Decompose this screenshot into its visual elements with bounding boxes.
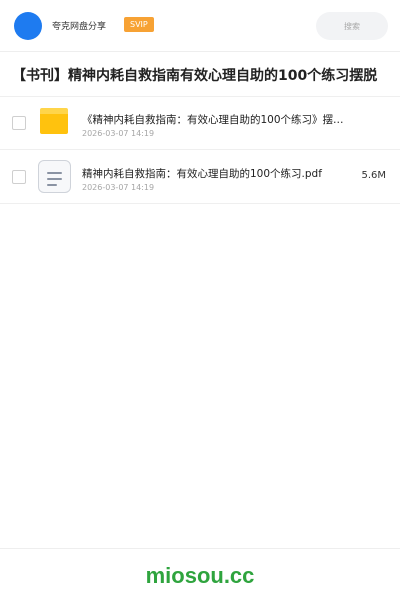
top-bar: 夸克网盘分享 SVIP xyxy=(0,0,400,52)
file-name[interactable]: 《精神内耗自救指南：有效心理自助的100个练习》摆脱精神内耗 xyxy=(82,112,354,127)
svip-badge: SVIP xyxy=(124,17,154,32)
search-input[interactable] xyxy=(316,12,388,40)
row-checkbox[interactable] xyxy=(12,116,26,130)
file-date: 2026-03-07 14:19 xyxy=(82,129,155,138)
file-name[interactable]: 精神内耗自救指南：有效心理自助的100个练习.pdf xyxy=(82,166,354,181)
file-row[interactable]: 精神内耗自救指南：有效心理自助的100个练习.pdf 2026-03-07 14… xyxy=(0,150,400,204)
folder-title: 【书刊】精神内耗自救指南有效心理自助的100个练习摆脱 xyxy=(12,68,378,84)
document-icon xyxy=(38,160,71,193)
file-row[interactable]: 《精神内耗自救指南：有效心理自助的100个练习》摆脱精神内耗 2026-03-0… xyxy=(0,96,400,150)
file-date: 2026-03-07 14:19 xyxy=(82,183,155,192)
row-checkbox[interactable] xyxy=(12,170,26,184)
site-brand[interactable]: miosou.cc xyxy=(0,563,400,589)
avatar[interactable] xyxy=(14,12,42,40)
footer: miosou.cc xyxy=(0,548,400,600)
folder-icon xyxy=(40,108,68,134)
app-name: 夸克网盘分享 xyxy=(52,22,107,32)
file-size: 5.6M xyxy=(361,170,386,181)
